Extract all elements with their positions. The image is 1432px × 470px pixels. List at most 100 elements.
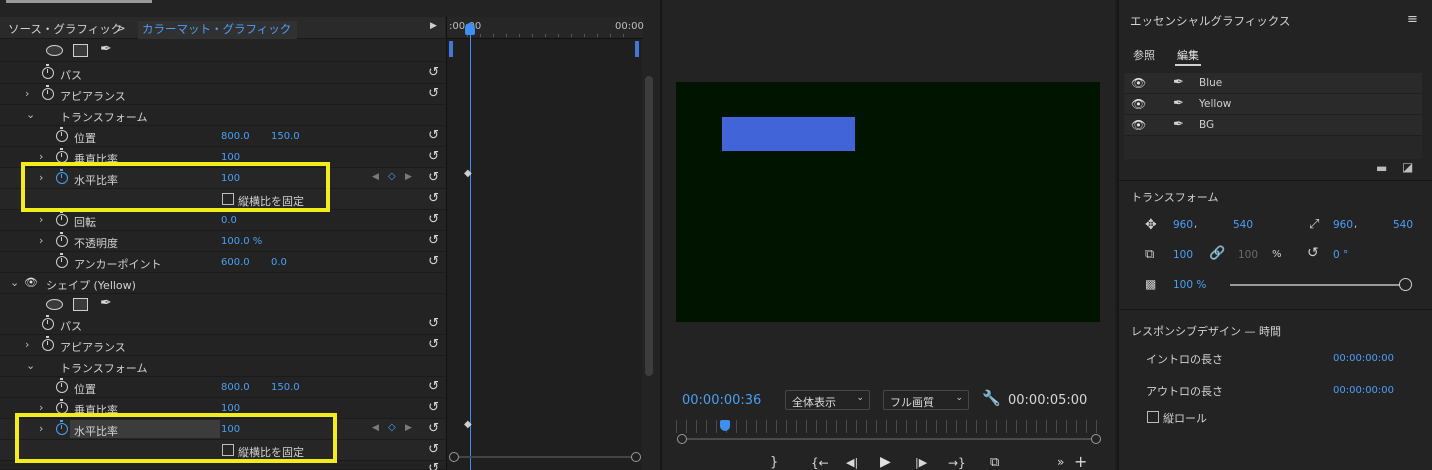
wrench-icon[interactable]: 🔧 xyxy=(982,389,1001,407)
opacity-value[interactable]: 100.0 % xyxy=(221,236,262,247)
monitor-zoom-left-handle[interactable] xyxy=(677,434,687,444)
keyframe-diamond-icon[interactable]: ◆ xyxy=(464,419,472,430)
work-area-end-handle[interactable] xyxy=(635,41,639,57)
chevron-down-icon[interactable]: ⌄ xyxy=(26,108,35,121)
stopwatch-icon[interactable] xyxy=(56,211,68,226)
outro-duration-value[interactable]: 00:00:00:00 xyxy=(1333,385,1394,396)
panel-menu-icon[interactable]: ≡ xyxy=(1407,12,1418,27)
layer-item[interactable]: 👁 ✒ Blue xyxy=(1125,73,1422,94)
opacity-value[interactable]: 100 % xyxy=(1173,279,1206,291)
chevron-right-icon[interactable]: › xyxy=(25,87,29,100)
anchor-x-value[interactable]: 960 xyxy=(1333,219,1353,231)
tab-edit[interactable]: 編集 xyxy=(1177,47,1199,63)
reset-icon[interactable]: ↺ xyxy=(428,442,439,457)
new-folder-icon[interactable]: ▬ xyxy=(1376,161,1387,175)
eye-icon[interactable]: 👁 xyxy=(1131,76,1146,90)
chevron-right-icon[interactable]: › xyxy=(39,213,43,226)
effect-controls-scrollbar[interactable] xyxy=(642,40,656,470)
eye-icon[interactable]: 👁 xyxy=(24,276,38,289)
current-timecode[interactable]: 00:00:00:36 xyxy=(682,393,761,408)
ellipse-mask-icon[interactable] xyxy=(46,299,63,310)
position-y-value[interactable]: 540 xyxy=(1233,219,1253,231)
stopwatch-icon[interactable] xyxy=(56,253,68,268)
work-area-start-handle[interactable] xyxy=(449,41,453,57)
position-y-value[interactable]: 150.0 xyxy=(271,131,300,142)
stopwatch-icon[interactable] xyxy=(56,232,68,247)
play-icon[interactable]: ▶ xyxy=(880,454,891,470)
stopwatch-icon[interactable] xyxy=(42,64,54,79)
playhead-handle[interactable] xyxy=(465,23,475,35)
reset-icon[interactable]: ↺ xyxy=(428,421,439,436)
zoom-scrollbar-track[interactable] xyxy=(453,456,637,458)
stopwatch-icon[interactable] xyxy=(42,85,54,100)
next-keyframe-icon[interactable]: ▶ xyxy=(405,172,412,182)
opacity-slider-thumb[interactable] xyxy=(1399,278,1412,291)
pen-tool-icon[interactable]: ✒ xyxy=(100,41,112,57)
rotation-value[interactable]: 0.0 xyxy=(221,215,237,226)
position-x-value[interactable]: 800.0 xyxy=(221,382,250,393)
chevron-down-icon[interactable]: ⌄ xyxy=(26,359,35,372)
monitor-playhead[interactable] xyxy=(720,420,730,431)
anchor-y-value[interactable]: 0.0 xyxy=(271,257,287,268)
stopwatch-icon[interactable] xyxy=(56,127,68,142)
effect-controls-timeline[interactable]: :00:00 00:00 ◆ ◆ xyxy=(446,17,644,470)
reset-icon[interactable]: ↺ xyxy=(428,191,439,206)
tab-browse[interactable]: 参照 xyxy=(1133,47,1155,63)
prev-keyframe-icon[interactable]: ◀ xyxy=(372,172,379,182)
reset-icon[interactable]: ↺ xyxy=(428,254,439,269)
add-keyframe-icon[interactable]: ◇ xyxy=(388,422,396,433)
step-back-icon[interactable]: ◀| xyxy=(846,456,858,469)
intro-duration-value[interactable]: 00:00:00:00 xyxy=(1333,353,1394,364)
position-y-value[interactable]: 150.0 xyxy=(271,382,300,393)
rectangle-mask-icon[interactable] xyxy=(73,298,88,311)
tab-color-matte-graphic[interactable]: カラーマット・グラフィック xyxy=(138,21,298,39)
zoom-level-select[interactable]: 全体表示 ⌄ xyxy=(785,390,870,410)
reset-icon[interactable]: ↺ xyxy=(428,149,439,164)
play-only-icon[interactable]: ▶ xyxy=(430,21,437,31)
position-x-value[interactable]: 960 xyxy=(1173,219,1193,231)
add-button-icon[interactable]: + xyxy=(1074,452,1087,470)
anchor-y-value[interactable]: 540 xyxy=(1393,219,1413,231)
reset-icon[interactable]: ↺ xyxy=(428,170,439,185)
chevron-down-icon[interactable]: ⌄ xyxy=(10,276,19,289)
layer-item[interactable]: 👁 ✒ BG xyxy=(1125,115,1422,136)
tab-source-graphic[interactable]: ソース・グラフィック xyxy=(8,21,122,37)
prev-keyframe-icon[interactable]: ◀ xyxy=(372,423,379,433)
monitor-time-ruler[interactable] xyxy=(676,420,1100,433)
stopwatch-icon[interactable] xyxy=(42,336,54,351)
zoom-scrollbar-right-handle[interactable] xyxy=(631,452,641,462)
reset-icon[interactable]: ↺ xyxy=(428,233,439,248)
reset-icon[interactable]: ↺ xyxy=(428,128,439,143)
eye-icon[interactable]: 👁 xyxy=(1131,97,1146,111)
step-forward-icon[interactable]: |▶ xyxy=(915,456,927,469)
reset-icon[interactable]: ↺ xyxy=(428,461,439,470)
stopwatch-icon[interactable] xyxy=(42,315,54,330)
reset-icon[interactable]: ↺ xyxy=(428,400,439,415)
chevron-right-icon[interactable]: › xyxy=(25,338,29,351)
playback-quality-select[interactable]: フル画質 ⌄ xyxy=(883,390,969,410)
pen-tool-icon[interactable]: ✒ xyxy=(100,295,112,311)
new-layer-icon[interactable]: ◪ xyxy=(1402,160,1413,174)
layer-item[interactable]: 👁 ✒ Yellow xyxy=(1125,94,1422,115)
ellipse-mask-icon[interactable] xyxy=(46,45,63,56)
reset-icon[interactable]: ↺ xyxy=(428,316,439,331)
position-x-value[interactable]: 800.0 xyxy=(221,131,250,142)
reset-icon[interactable]: ↺ xyxy=(428,212,439,227)
eye-icon[interactable]: 👁 xyxy=(1131,118,1146,132)
go-to-out-icon[interactable]: →} xyxy=(948,456,966,470)
reset-icon[interactable]: ↺ xyxy=(428,65,439,80)
stopwatch-icon[interactable] xyxy=(56,378,68,393)
timeline-ruler[interactable]: :00:00 00:00 xyxy=(447,17,644,39)
opacity-slider-track[interactable] xyxy=(1230,284,1402,286)
next-keyframe-icon[interactable]: ▶ xyxy=(405,423,412,433)
rotation-value[interactable]: 0 ° xyxy=(1333,249,1348,261)
reset-icon[interactable]: ↺ xyxy=(428,86,439,101)
chevron-right-icon[interactable]: › xyxy=(39,234,43,247)
reset-icon[interactable]: ↺ xyxy=(428,337,439,352)
add-keyframe-icon[interactable]: ◇ xyxy=(388,171,396,182)
scale-value[interactable]: 100 xyxy=(1173,249,1193,261)
monitor-zoom-right-handle[interactable] xyxy=(1091,434,1101,444)
go-to-in-icon[interactable]: {← xyxy=(811,456,829,470)
zoom-scrollbar-left-handle[interactable] xyxy=(449,452,459,462)
export-frame-icon[interactable]: ⧉ xyxy=(990,455,999,470)
